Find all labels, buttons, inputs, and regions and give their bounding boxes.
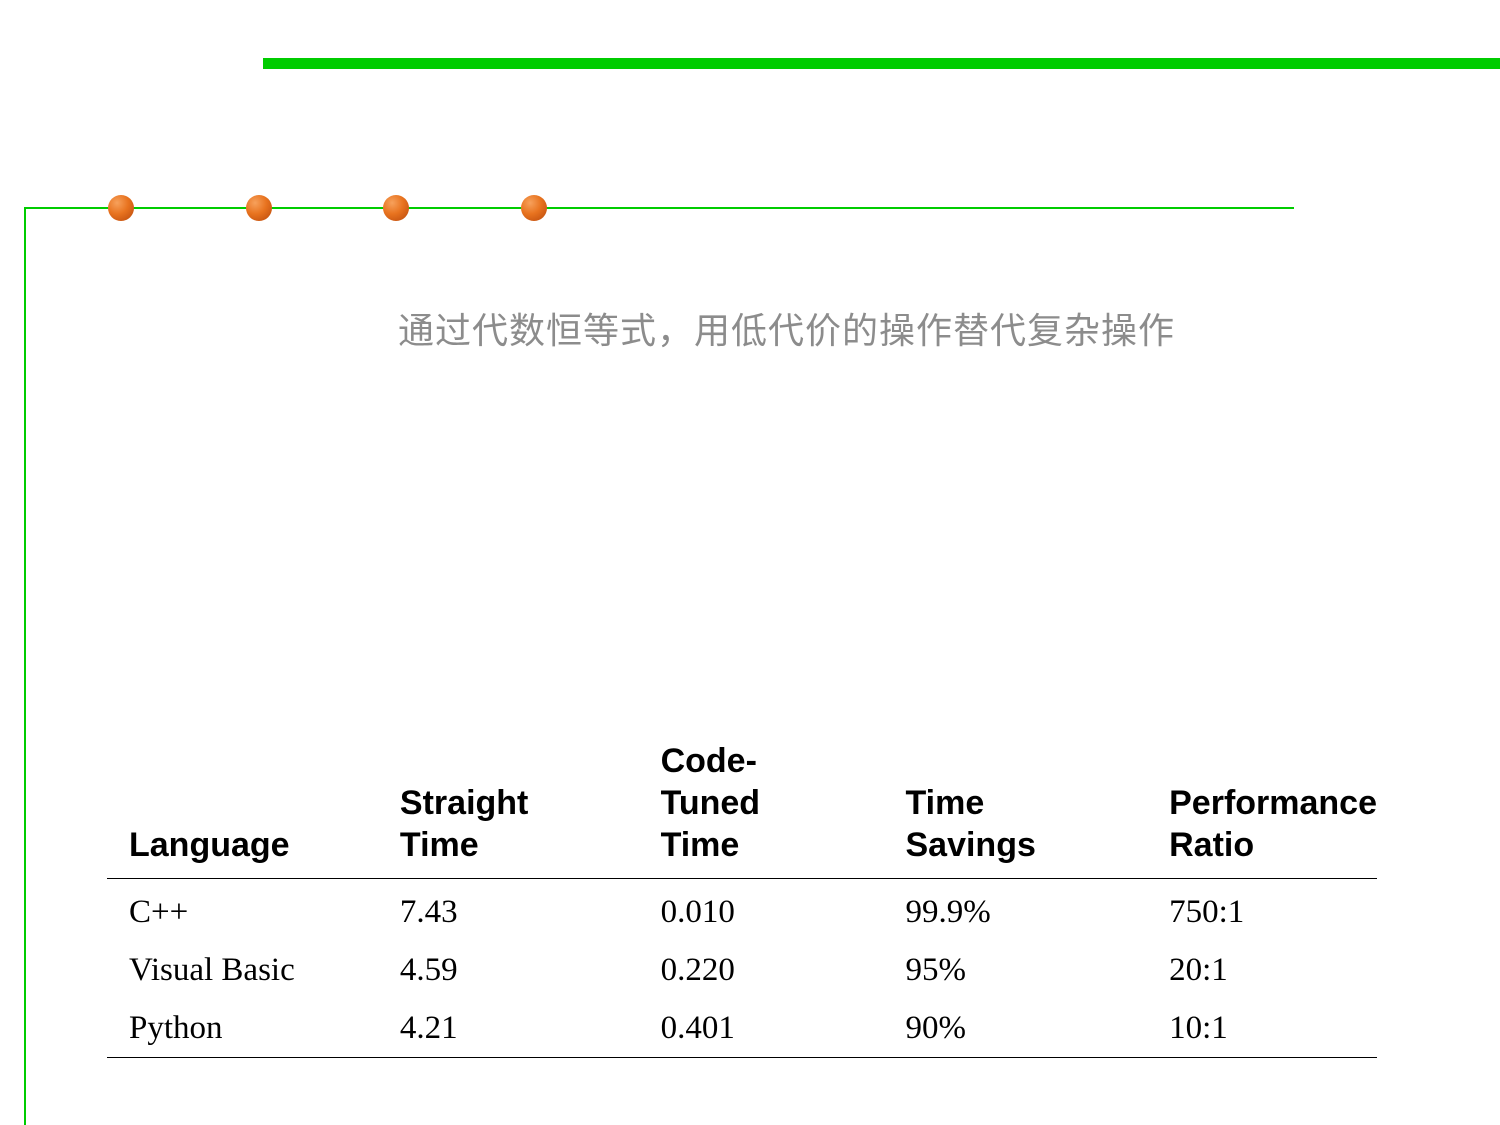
cell-time-savings: 99.9%	[905, 893, 991, 930]
table-header-row: Language Straight Time Code- Tuned Time …	[107, 740, 1377, 879]
frame-top-line	[24, 207, 1294, 209]
cell-tuned-time: 0.401	[638, 999, 884, 1058]
cell-language: Python	[107, 999, 378, 1058]
cell-language: C++	[129, 893, 189, 930]
orange-bullet-dot	[383, 195, 409, 221]
cell-tuned-time: 0.220	[660, 951, 735, 988]
performance-table: Language Straight Time Code- Tuned Time …	[107, 740, 1377, 1058]
table-row: C++ 7.43 0.010 99.9% 750:1	[107, 879, 1377, 942]
cell-performance-ratio: 750:1	[1169, 893, 1245, 930]
cell-time-savings: 95%	[905, 951, 966, 988]
header-performance-ratio: Performance Ratio	[1147, 740, 1377, 879]
cell-straight-time: 7.43	[399, 893, 458, 930]
slide-subtitle: 通过代数恒等式，用低代价的操作替代复杂操作	[398, 311, 1176, 352]
orange-bullet-dot	[521, 195, 547, 221]
table-row: Python 4.21 0.401 90% 10:1	[107, 999, 1377, 1058]
cell-language: Visual Basic	[129, 951, 295, 988]
header-language: Language	[107, 740, 378, 879]
cell-performance-ratio: 10:1	[1147, 999, 1377, 1058]
cell-straight-time: 4.21	[377, 999, 639, 1058]
table-row: Visual Basic 4.59 0.220 95% 20:1	[107, 941, 1377, 999]
header-straight-time: Straight Time	[377, 740, 639, 879]
orange-bullet-dot	[108, 195, 134, 221]
orange-bullet-dot	[246, 195, 272, 221]
cell-tuned-time: 0.010	[660, 893, 735, 930]
cell-time-savings: 90%	[883, 999, 1148, 1058]
cell-performance-ratio: 20:1	[1169, 951, 1228, 988]
header-code-tuned-time: Code- Tuned Time	[638, 740, 884, 879]
cell-straight-time: 4.59	[399, 951, 458, 988]
top-accent-bar	[263, 58, 1500, 69]
header-time-savings: Time Savings	[883, 740, 1148, 879]
frame-left-line	[24, 207, 26, 1125]
